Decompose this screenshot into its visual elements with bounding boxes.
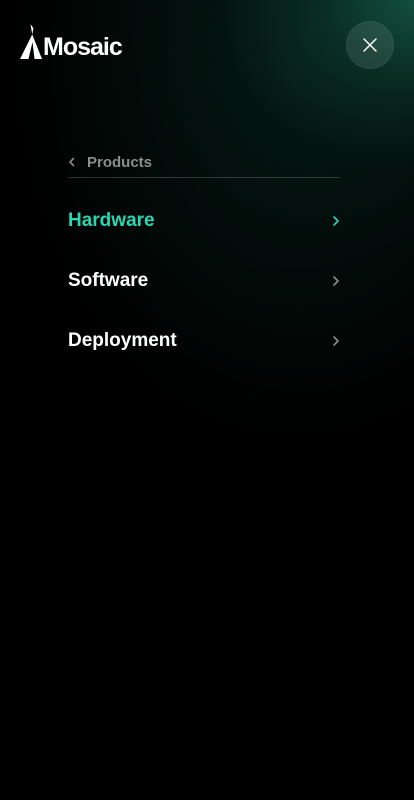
menu-item-deployment[interactable]: Deployment [68,311,340,371]
back-label: Products [87,153,153,171]
menu-item-label: Hardware [68,210,155,231]
background-glow [0,0,414,800]
chevron-right-icon [333,276,339,286]
brand-logo[interactable]: Mosaic [20,24,123,61]
menu-item-hardware[interactable]: Hardware [68,191,340,251]
logo-mark-icon [20,24,42,59]
chevron-right-icon [333,336,339,346]
menu-item-label: Deployment [68,330,177,351]
close-menu-button[interactable] [346,21,394,69]
menu-list: Hardware Software Deployment [68,191,340,371]
close-icon [363,38,377,52]
menu-item-software[interactable]: Software [68,251,340,311]
chevron-left-icon [69,157,75,167]
menu-item-label: Software [68,270,149,291]
submenu-nav: Products Hardware Software Deployment [68,148,340,371]
brand-name: Mosaic [43,33,123,61]
chevron-right-icon [333,216,339,226]
back-to-products-link[interactable]: Products [68,148,340,178]
